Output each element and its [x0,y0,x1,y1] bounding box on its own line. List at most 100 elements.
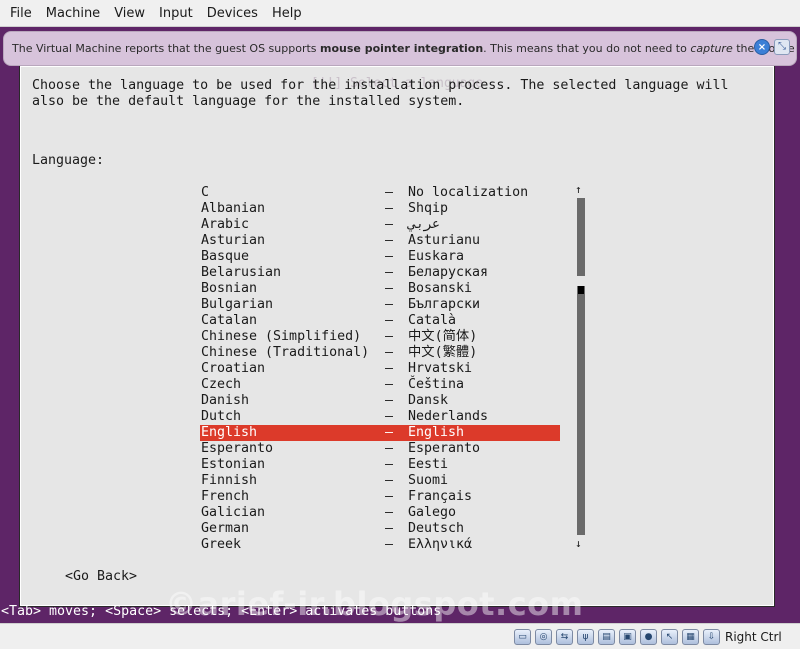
language-name: Catalan [201,313,258,328]
language-option[interactable]: Finnish – Suomi [200,473,560,489]
language-option[interactable]: Esperanto – Esperanto [200,441,560,457]
language-native-name: Asturianu [408,233,481,248]
language-option[interactable]: Bosnian – Bosanski [200,281,560,297]
language-native-name: Galego [408,505,457,520]
language-separator: – [385,489,394,504]
language-name: Asturian [201,233,266,248]
mouse-integration-notification: The Virtual Machine reports that the gue… [3,31,797,66]
language-separator: – [385,473,394,488]
language-option[interactable]: Chinese (Simplified) – 中文(简体) [200,329,560,345]
menu-help[interactable]: Help [265,0,309,27]
language-name: Dutch [201,409,242,424]
vbox-statusbar: ▭ ◎ ⇆ ψ ▤ ▣ ● ↖ ▦ ⇩ Right Ctrl [0,623,800,649]
language-separator: – [385,409,394,424]
menu-view[interactable]: View [107,0,152,27]
language-option[interactable]: Asturian – Asturianu [200,233,560,249]
language-option[interactable]: Arabic – عربي [200,217,560,233]
language-name: Esperanto [201,441,274,456]
language-separator: – [385,537,394,552]
language-option[interactable]: Bulgarian – Български [200,297,560,313]
scrollbar-gap [577,276,585,286]
language-name: Czech [201,377,242,392]
language-name: Bulgarian [201,297,274,312]
language-separator: – [385,393,394,408]
language-scrollbar[interactable] [577,198,585,535]
language-separator: – [385,505,394,520]
language-name: Arabic [201,217,250,232]
language-separator: – [385,313,394,328]
mouse-integration-icon[interactable]: ↖ [661,629,678,645]
scrollbar-thumb[interactable] [578,286,584,294]
language-native-name: Euskara [408,249,465,264]
language-option[interactable]: Czech – Čeština [200,377,560,393]
language-option[interactable]: Estonian – Eesti [200,457,560,473]
language-separator: – [385,457,394,472]
language-separator: – [385,425,394,440]
language-option[interactable]: Dutch – Nederlands [200,409,560,425]
language-option[interactable]: Basque – Euskara [200,249,560,265]
language-name: Belarusian [201,265,282,280]
language-option[interactable]: English – English [200,425,560,441]
language-separator: – [385,249,394,264]
language-name: Albanian [201,201,266,216]
vbox-menubar: File Machine View Input Devices Help [0,0,800,27]
language-option[interactable]: Albanian – Shqip [200,201,560,217]
language-separator: – [385,217,394,232]
shared-folders-icon[interactable]: ▤ [598,629,615,645]
language-label: Language: [32,153,105,168]
language-name: C [201,185,210,200]
language-native-name: Deutsch [408,521,465,536]
language-option[interactable]: C – No localization [200,185,560,201]
language-option[interactable]: Danish – Dansk [200,393,560,409]
language-native-name: Ελληνικά [408,537,473,552]
optical-drive-icon[interactable]: ◎ [535,629,552,645]
menu-devices[interactable]: Devices [200,0,265,27]
language-name: Finnish [201,473,258,488]
language-separator: – [385,297,394,312]
close-notification-icon[interactable]: × [754,39,770,55]
usb-icon[interactable]: ψ [577,629,594,645]
arrow-down-icon[interactable]: ⇩ [703,629,720,645]
notification-text: The Virtual Machine reports that the gue… [12,42,795,55]
cpu-icon[interactable]: ▦ [682,629,699,645]
language-name: Croatian [201,361,266,376]
language-option[interactable]: Croatian – Hrvatski [200,361,560,377]
language-separator: – [385,377,394,392]
language-option[interactable]: Belarusian – Беларуская [200,265,560,281]
language-option[interactable]: French – Français [200,489,560,505]
go-back-button[interactable]: <Go Back> [65,569,137,585]
language-name: Bosnian [201,281,258,296]
language-option[interactable]: Greek – Ελληνικά [200,537,560,553]
language-option[interactable]: Galician – Galego [200,505,560,521]
video-capture-icon[interactable]: ● [640,629,657,645]
language-name: Galician [201,505,266,520]
guest-display[interactable]: [!!] Select a language Choose the langua… [0,27,800,623]
language-native-name: عربي [408,217,441,232]
language-list[interactable]: C – No localization Albanian – Shqip Arabic – عر… [200,185,560,553]
language-native-name: Nederlands [408,409,489,424]
display-icon[interactable]: ▣ [619,629,636,645]
language-separator: – [385,201,394,216]
language-separator: – [385,233,394,248]
language-native-name: No localization [408,185,529,200]
language-separator: – [385,185,394,200]
language-separator: – [385,521,394,536]
language-native-name: English [408,425,465,440]
language-option[interactable]: Chinese (Traditional) – 中文(繁體) [200,345,560,361]
language-native-name: 中文(繁體) [408,345,478,360]
language-native-name: Shqip [408,201,449,216]
scroll-down-arrow-icon[interactable]: ↓ [575,538,582,549]
language-option[interactable]: German – Deutsch [200,521,560,537]
language-name: Danish [201,393,250,408]
language-name: Chinese (Traditional) [201,345,370,360]
language-option[interactable]: Catalan – Català [200,313,560,329]
network-icon[interactable]: ⇆ [556,629,573,645]
do-not-show-again-icon[interactable]: ⤡ [774,39,790,55]
menu-machine[interactable]: Machine [39,0,107,27]
language-separator: – [385,329,394,344]
hard-disk-icon[interactable]: ▭ [514,629,531,645]
menu-file[interactable]: File [3,0,39,27]
scroll-up-arrow-icon[interactable]: ↑ [575,184,582,195]
menu-input[interactable]: Input [152,0,200,27]
language-native-name: Suomi [408,473,449,488]
